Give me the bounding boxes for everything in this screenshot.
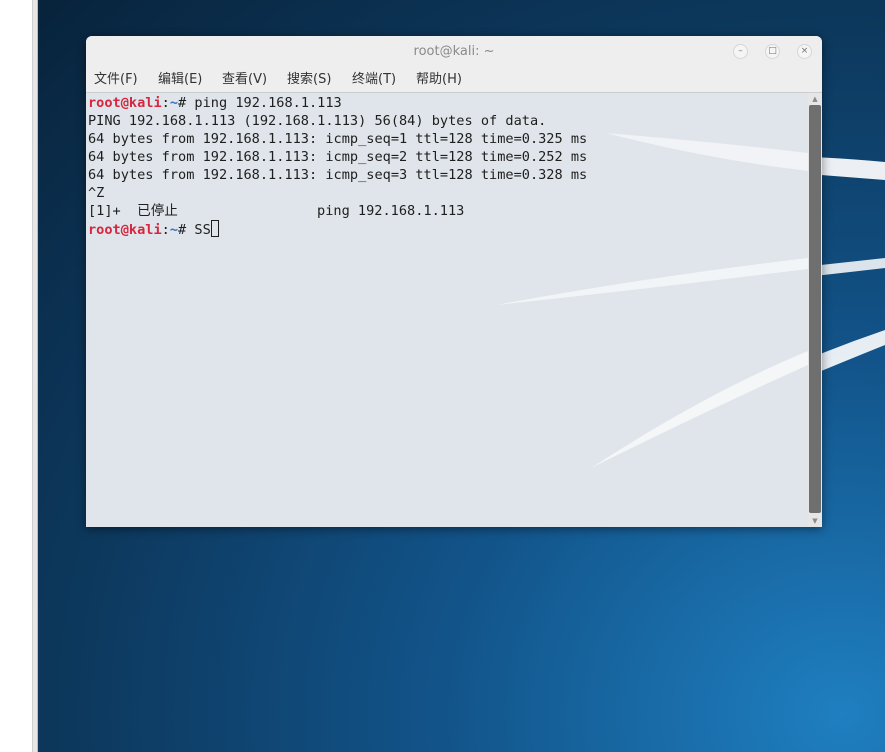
prompt-symbol: # (178, 95, 195, 111)
maximize-icon[interactable]: □ (765, 44, 780, 59)
prompt-separator: : (161, 95, 170, 111)
prompt-user: root@kali (88, 95, 162, 111)
title-bar[interactable]: root@kali: ~ – □ × (86, 36, 822, 68)
menu-edit[interactable]: 编辑(E) (158, 71, 202, 89)
terminal-active-prompt-line: root@kali:~# SS (88, 220, 219, 238)
menu-file[interactable]: 文件(F) (94, 71, 138, 89)
menu-terminal[interactable]: 终端(T) (352, 71, 396, 89)
terminal-output-line: 64 bytes from 192.168.1.113: icmp_seq=3 … (88, 167, 588, 183)
terminal-output-line: ^Z (88, 185, 105, 201)
minimize-icon[interactable]: – (733, 44, 748, 59)
scroll-up-arrow-icon[interactable]: ▲ (808, 93, 822, 105)
close-icon[interactable]: × (797, 44, 812, 59)
text-cursor (210, 220, 219, 237)
terminal-output-line: 64 bytes from 192.168.1.113: icmp_seq=2 … (88, 149, 588, 165)
prompt-user: root@kali (88, 222, 162, 238)
scroll-down-arrow-icon[interactable]: ▼ (808, 515, 822, 527)
prompt-path: ~ (169, 95, 179, 111)
prompt-path: ~ (169, 222, 179, 238)
menu-search[interactable]: 搜索(S) (287, 71, 331, 89)
menu-help[interactable]: 帮助(H) (416, 71, 462, 89)
terminal-output-line: [1]+ 已停止 ping 192.168.1.113 (88, 203, 465, 219)
terminal-output-line: PING 192.168.1.113 (192.168.1.113) 56(84… (88, 113, 547, 129)
window-title: root@kali: ~ (413, 44, 495, 59)
scrollbar-thumb[interactable] (809, 105, 821, 513)
terminal-content[interactable]: root@kali:~# ping 192.168.1.113 PING 192… (86, 93, 808, 527)
left-panel (0, 0, 33, 752)
command-text: ping 192.168.1.113 (194, 95, 342, 111)
current-input[interactable]: SS (194, 222, 210, 238)
terminal-prompt-line: root@kali:~# ping 192.168.1.113 (88, 94, 342, 112)
vertical-scrollbar[interactable]: ▲ ▼ (808, 93, 822, 527)
prompt-symbol: # (178, 222, 195, 238)
terminal-window: root@kali: ~ – □ × 文件(F) 编辑(E) 查看(V) 搜索(… (86, 36, 822, 527)
prompt-separator: : (161, 222, 170, 238)
menu-bar: 文件(F) 编辑(E) 查看(V) 搜索(S) 终端(T) 帮助(H) (86, 68, 822, 93)
terminal-output-line: 64 bytes from 192.168.1.113: icmp_seq=1 … (88, 131, 588, 147)
menu-view[interactable]: 查看(V) (222, 71, 267, 89)
